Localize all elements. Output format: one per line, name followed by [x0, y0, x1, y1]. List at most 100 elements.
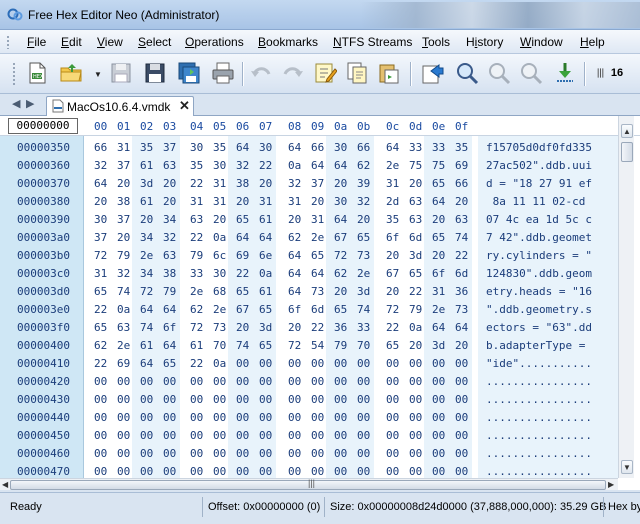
hex-byte[interactable]: 6f [432, 267, 445, 280]
hex-byte[interactable]: 00 [409, 411, 422, 424]
hex-byte[interactable]: 72 [94, 249, 107, 262]
hex-byte[interactable]: 67 [334, 231, 347, 244]
hex-byte[interactable]: 00 [409, 429, 422, 442]
hex-byte[interactable]: 33 [357, 321, 370, 334]
row-text[interactable]: ................ [486, 375, 592, 388]
hex-byte[interactable]: 00 [163, 429, 176, 442]
hex-byte[interactable]: 61 [140, 339, 153, 352]
hex-byte[interactable]: 34 [140, 267, 153, 280]
scroll-down-icon[interactable]: ▼ [621, 460, 633, 474]
hex-byte[interactable]: 3d [140, 177, 153, 190]
hex-byte[interactable]: 2e [357, 267, 370, 280]
hex-byte[interactable]: 61 [140, 195, 153, 208]
hex-byte[interactable]: 64 [140, 357, 153, 370]
hex-byte[interactable]: 00 [236, 447, 249, 460]
row-text[interactable]: "ide"........... [486, 357, 592, 370]
hex-byte[interactable]: 62 [334, 267, 347, 280]
hex-byte[interactable]: 31 [117, 141, 130, 154]
hex-byte[interactable]: 00 [455, 465, 468, 478]
hex-byte[interactable]: 00 [259, 375, 272, 388]
hex-byte[interactable]: 20 [409, 339, 422, 352]
redo-button[interactable] [280, 60, 306, 86]
hex-byte[interactable]: 00 [386, 465, 399, 478]
hex-byte[interactable]: 31 [432, 285, 445, 298]
hex-byte[interactable]: 22 [455, 249, 468, 262]
hex-byte[interactable]: 6d [455, 267, 468, 280]
hex-byte[interactable]: 00 [213, 465, 226, 478]
hex-byte[interactable]: 00 [288, 429, 301, 442]
row-text[interactable]: 07 4c ea 1d 5c c [486, 213, 592, 226]
hex-byte[interactable]: 61 [259, 213, 272, 226]
hex-byte[interactable]: 00 [117, 393, 130, 406]
row-text[interactable]: b.adapterType = [486, 339, 592, 352]
hex-byte[interactable]: 00 [409, 375, 422, 388]
hex-byte[interactable]: 6d [409, 231, 422, 244]
hex-byte[interactable]: 00 [140, 393, 153, 406]
hex-byte[interactable]: 00 [334, 411, 347, 424]
hex-byte[interactable]: 62 [190, 303, 203, 316]
hex-byte[interactable]: 22 [311, 321, 324, 334]
hex-byte[interactable]: 35 [455, 141, 468, 154]
hex-row[interactable]: 00000410 22 69 64 65 22 0a 00 00 00 00 00 00 00 00 00 00… [0, 354, 640, 372]
paste-button[interactable] [376, 60, 402, 86]
hex-row[interactable]: 000003a0 37 20 34 32 22 0a 64 64 62 2e 67 65 6f 6d 65 74… [0, 228, 640, 246]
hex-row[interactable]: 00000460 00 00 00 00 00 00 00 00 00 00 00 00 00 00 00 00… [0, 444, 640, 462]
hex-byte[interactable]: 22 [236, 267, 249, 280]
hex-byte[interactable]: 22 [94, 357, 107, 370]
hex-byte[interactable]: 6d [311, 303, 324, 316]
hex-byte[interactable]: 00 [386, 411, 399, 424]
hex-byte[interactable]: 74 [357, 303, 370, 316]
hex-byte[interactable]: 70 [213, 339, 226, 352]
hex-byte[interactable]: 33 [190, 267, 203, 280]
copy-button[interactable] [344, 60, 370, 86]
hex-row[interactable]: 00000400 62 2e 61 64 61 70 74 65 72 54 79 70 65 20 3d 20… [0, 336, 640, 354]
hex-byte[interactable]: 00 [190, 411, 203, 424]
hex-byte[interactable]: 75 [409, 159, 422, 172]
hex-byte[interactable]: 37 [311, 177, 324, 190]
hex-byte[interactable]: 67 [236, 303, 249, 316]
hex-byte[interactable]: 62 [357, 159, 370, 172]
hex-byte[interactable]: 65 [311, 249, 324, 262]
hex-byte[interactable]: 6c [213, 249, 226, 262]
hex-byte[interactable]: 00 [236, 393, 249, 406]
hex-byte[interactable]: 00 [163, 375, 176, 388]
hex-byte[interactable]: 00 [311, 447, 324, 460]
hex-byte[interactable]: 00 [357, 429, 370, 442]
hex-byte[interactable]: 00 [409, 357, 422, 370]
hex-byte[interactable]: 6f [386, 231, 399, 244]
hex-byte[interactable]: 73 [213, 321, 226, 334]
hex-byte[interactable]: 0a [409, 321, 422, 334]
hex-byte[interactable]: 73 [357, 249, 370, 262]
hex-byte[interactable]: 66 [357, 141, 370, 154]
save-as-button[interactable] [142, 60, 168, 86]
hex-byte[interactable]: 20 [311, 195, 324, 208]
hex-byte[interactable]: 00 [455, 411, 468, 424]
hex-byte[interactable]: 00 [259, 357, 272, 370]
hex-byte[interactable]: 00 [288, 411, 301, 424]
hex-byte[interactable]: 64 [94, 177, 107, 190]
hex-byte[interactable]: 00 [311, 465, 324, 478]
hex-byte[interactable]: 74 [236, 339, 249, 352]
hex-byte[interactable]: 79 [409, 303, 422, 316]
hex-byte[interactable]: 65 [334, 303, 347, 316]
hex-byte[interactable]: 20 [259, 177, 272, 190]
save-button[interactable] [108, 60, 134, 86]
hex-byte[interactable]: 00 [386, 447, 399, 460]
hex-byte[interactable]: 00 [94, 465, 107, 478]
hex-byte[interactable]: 2e [432, 303, 445, 316]
hex-byte[interactable]: 30 [190, 141, 203, 154]
hex-row[interactable]: 000003f0 65 63 74 6f 72 73 20 3d 20 22 36 33 22 0a 64 64… [0, 318, 640, 336]
hex-row[interactable]: 00000450 00 00 00 00 00 00 00 00 00 00 00 00 00 00 00 00… [0, 426, 640, 444]
hex-byte[interactable]: 38 [236, 177, 249, 190]
hex-byte[interactable]: 00 [386, 357, 399, 370]
row-text[interactable]: ectors = "63".dd [486, 321, 592, 334]
hex-byte[interactable]: 63 [163, 159, 176, 172]
hex-byte[interactable]: 64 [236, 141, 249, 154]
row-text[interactable]: ry.cylinders = " [486, 249, 592, 262]
hex-byte[interactable]: 74 [140, 321, 153, 334]
row-text[interactable]: 7 42".ddb.geomet [486, 231, 592, 244]
hex-byte[interactable]: 72 [288, 339, 301, 352]
save-all-button[interactable] [176, 60, 202, 86]
hex-byte[interactable]: 66 [94, 141, 107, 154]
hex-byte[interactable]: 32 [94, 159, 107, 172]
